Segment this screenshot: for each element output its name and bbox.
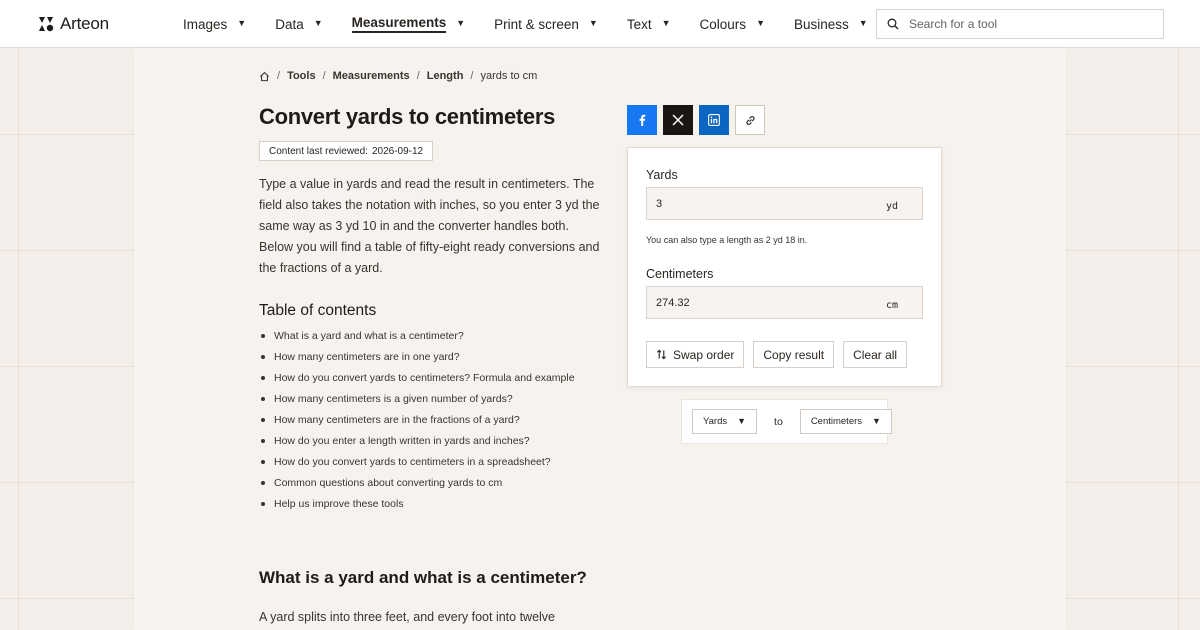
linkedin-icon (708, 114, 720, 126)
nav-item-measurements[interactable]: Measurements ▼ (351, 0, 466, 48)
caret-down-icon: ▼ (872, 415, 881, 426)
yards-unit: yd (885, 201, 898, 212)
breadcrumb-separator: / (470, 70, 474, 82)
toc-item[interactable]: How many centimeters are in one yard? (259, 349, 619, 370)
nav-item-print-screen[interactable]: Print & screen ▼ (494, 0, 598, 48)
intro-paragraph: Type a value in yards and read the resul… (259, 177, 600, 275)
link-icon (745, 115, 755, 125)
search-icon (887, 18, 899, 30)
nav-item-images[interactable]: Images ▼ (183, 0, 246, 48)
converter-panel: Yards yd You can also type a length as 2… (627, 147, 942, 387)
unit-selector-row: Yards ▼ to Centimeters ▼ (681, 399, 892, 444)
swap-order-label: Swap order (673, 347, 735, 362)
breadcrumb-length[interactable]: Length (427, 70, 464, 82)
breadcrumb-separator: / (277, 70, 281, 82)
caret-down-icon: ▼ (456, 18, 466, 28)
input-hint: You can also type a length as 2 yd 18 in… (646, 235, 808, 245)
toc-item[interactable]: What is a yard and what is a centimeter? (259, 328, 619, 349)
nav-label: Print & screen (494, 16, 579, 32)
brand-name: Arteon (60, 14, 109, 33)
converter-actions: Swap order Copy result Clear all (646, 341, 908, 368)
nav-item-data[interactable]: Data ▼ (275, 0, 322, 48)
centimeters-field: cm (646, 286, 923, 319)
to-connector: to (774, 415, 783, 428)
toc-item[interactable]: Common questions about converting yards … (259, 475, 619, 496)
share-buttons (627, 105, 765, 135)
centimeters-label: Centimeters (646, 267, 714, 281)
facebook-icon (639, 114, 646, 126)
breadcrumb-separator: / (322, 70, 326, 82)
share-x-button[interactable] (663, 105, 693, 135)
breadcrumb-tools[interactable]: Tools (287, 70, 316, 82)
toc-item[interactable]: How do you enter a length written in yar… (259, 433, 619, 454)
caret-down-icon: ▼ (313, 18, 323, 28)
home-icon[interactable] (259, 71, 270, 82)
brand-logo[interactable]: Arteon (38, 14, 109, 34)
nav-label: Colours (699, 16, 747, 32)
breadcrumb-measurements[interactable]: Measurements (333, 70, 410, 82)
swap-icon (656, 349, 667, 360)
caret-down-icon: ▼ (661, 18, 671, 28)
centimeters-input[interactable] (647, 296, 867, 309)
section-paragraph: A yard splits into three feet, and every… (259, 610, 555, 624)
breadcrumb-current: yards to cm (480, 70, 538, 82)
caret-down-icon: ▼ (737, 415, 747, 426)
nav-label: Measurements (351, 15, 447, 33)
nav-item-colours[interactable]: Colours ▼ (700, 0, 765, 48)
toc-item[interactable]: How many centimeters are in the fraction… (259, 412, 619, 433)
caret-down-icon: ▼ (237, 18, 247, 28)
search-box (876, 9, 1164, 39)
nav-label: Images (183, 16, 228, 32)
caret-down-icon: ▼ (858, 18, 868, 28)
reviewed-date: 2026-09-12 (371, 145, 424, 157)
from-unit-value: Yards (703, 416, 728, 427)
x-icon (672, 114, 684, 126)
nav-item-text[interactable]: Text ▼ (627, 0, 671, 48)
toc-item[interactable]: How do you convert yards to centimeters … (259, 454, 619, 475)
section-heading: What is a yard and what is a centimeter? (259, 568, 587, 587)
toc-item[interactable]: How do you convert yards to centimeters?… (259, 370, 619, 391)
toc-item[interactable]: How many centimeters is a given number o… (259, 391, 619, 412)
main-nav: Images ▼ Data ▼ Measurements ▼ Print & s… (183, 0, 897, 48)
centimeters-unit: cm (885, 300, 898, 311)
nav-item-business[interactable]: Business ▼ (794, 0, 868, 48)
search-input[interactable] (909, 17, 1149, 31)
nav-label: Data (275, 16, 304, 32)
reviewed-badge: Content last reviewed: 2026-09-12 (259, 141, 434, 161)
yards-input[interactable] (647, 197, 867, 210)
toc-title: Table of contents (259, 302, 377, 319)
page-title: Convert yards to centimeters (259, 104, 556, 129)
toc-item[interactable]: Help us improve these tools (259, 496, 619, 517)
swap-order-button[interactable]: Swap order (646, 341, 745, 368)
yards-label: Yards (646, 168, 678, 182)
clear-all-button[interactable]: Clear all (843, 341, 908, 368)
yards-field: yd (646, 187, 923, 220)
from-unit-select[interactable]: Yards ▼ (692, 409, 758, 434)
nav-label: Text (626, 16, 652, 32)
top-navigation-bar: Arteon Images ▼ Data ▼ Measurements ▼ Pr… (0, 0, 1200, 48)
breadcrumb-separator: / (416, 70, 420, 82)
caret-down-icon: ▼ (588, 18, 598, 28)
breadcrumb: / Tools / Measurements / Length / yards … (259, 68, 537, 84)
copy-result-button[interactable]: Copy result (753, 341, 835, 368)
caret-down-icon: ▼ (756, 18, 765, 28)
share-linkedin-button[interactable] (699, 105, 729, 135)
table-of-contents: What is a yard and what is a centimeter?… (259, 328, 619, 517)
to-unit-select[interactable]: Centimeters ▼ (799, 409, 892, 434)
to-unit-value: Centimeters (810, 416, 863, 427)
nav-label: Business (793, 16, 849, 32)
reviewed-label: Content last reviewed: (269, 145, 368, 157)
share-facebook-button[interactable] (627, 105, 657, 135)
copy-link-button[interactable] (735, 105, 765, 135)
arteon-logo-icon (39, 17, 54, 32)
